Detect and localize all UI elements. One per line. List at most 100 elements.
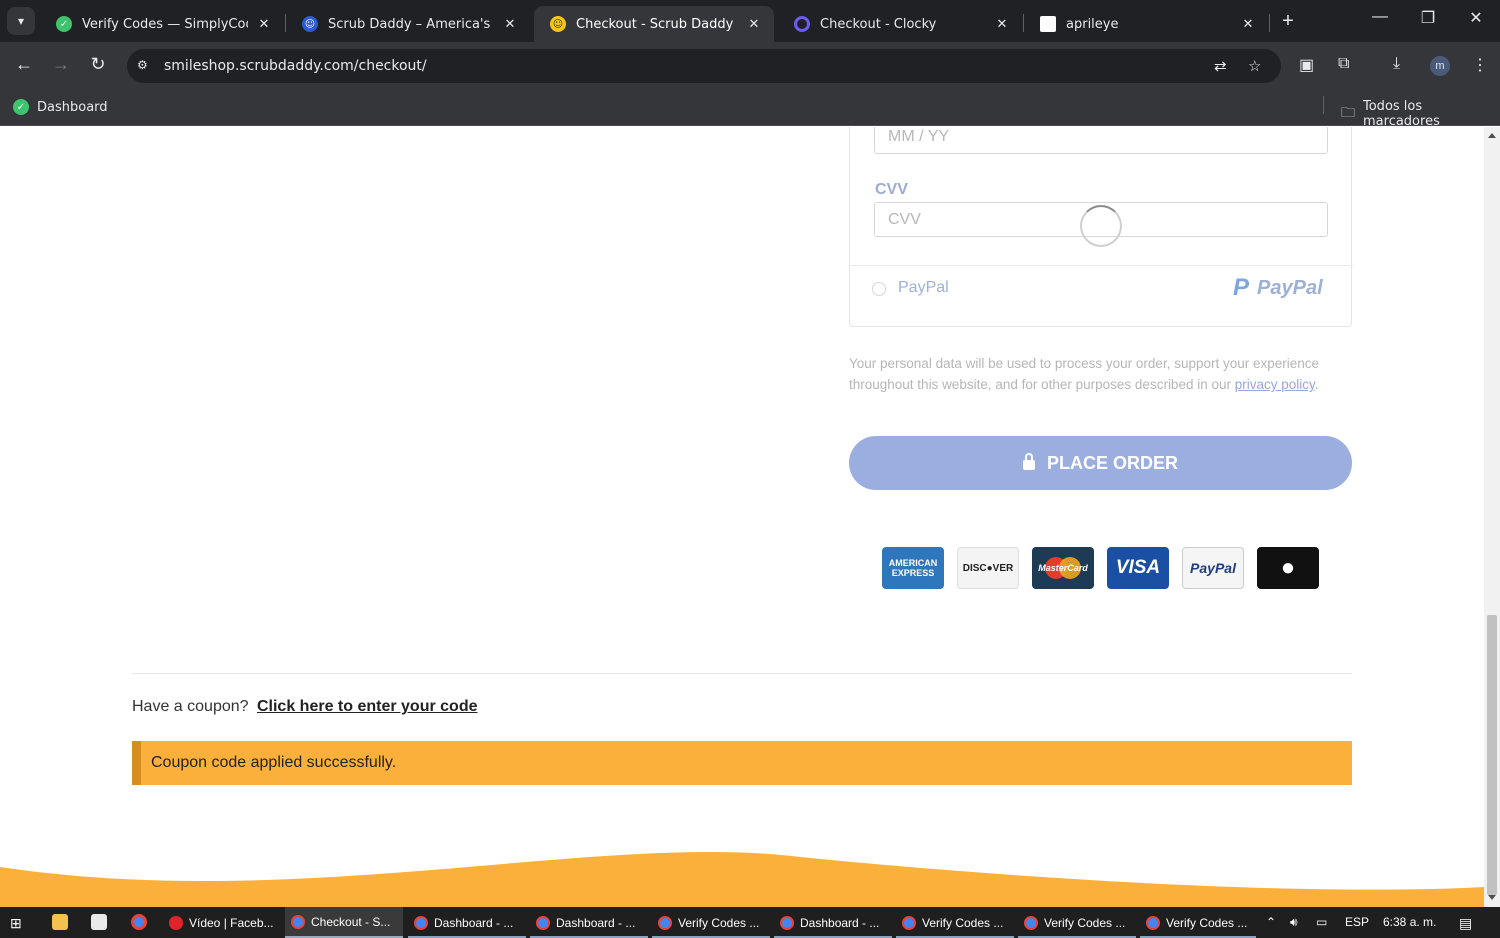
file-explorer-icon[interactable] [52, 914, 68, 930]
tab-label: Verify Codes — SimplyCodes [82, 16, 248, 32]
scroll-up-icon[interactable] [1488, 133, 1496, 138]
paypal-radio[interactable] [872, 282, 886, 296]
visa-text: VISA [1115, 557, 1161, 578]
divider [850, 265, 1353, 266]
close-icon[interactable]: ✕ [256, 17, 272, 32]
place-order-button[interactable]: PLACE ORDER [849, 436, 1352, 490]
clock[interactable]: 6:38 a. m. [1383, 915, 1436, 929]
close-icon[interactable]: ✕ [994, 17, 1010, 32]
url-text[interactable]: smileshop.scrubdaddy.com/checkout/ [164, 58, 427, 74]
windows-taskbar: ⊞ Vídeo | Faceb... Checkout - S... Dashb… [0, 907, 1500, 938]
close-icon[interactable]: ✕ [1240, 17, 1256, 32]
divider [132, 673, 1352, 674]
visa-logo: VISA [1107, 547, 1169, 589]
new-tab-button[interactable]: + [1278, 10, 1298, 33]
taskbar-app-label: Verify Codes ... [1166, 915, 1248, 930]
bookmark-dashboard[interactable]: ✓ Dashboard [13, 99, 108, 115]
site-info-icon[interactable]: ⚙ [137, 58, 151, 72]
chrome-icon [658, 915, 672, 930]
clocky-favicon-icon [794, 16, 810, 32]
amex-line2: EXPRESS [891, 568, 935, 578]
chrome-icon [780, 915, 794, 930]
coupon-success-notice: Coupon code applied successfully. [132, 741, 1352, 785]
expiry-placeholder: MM / YY [888, 128, 950, 145]
restore-icon[interactable]: ❐ [1408, 8, 1448, 28]
privacy-policy-link[interactable]: privacy policy [1235, 377, 1315, 392]
taskbar-app-label: Dashboard - ... [556, 915, 636, 930]
taskbar-app[interactable]: Dashboard - ... [774, 907, 892, 938]
forward-icon[interactable]: → [49, 54, 73, 75]
cvv-label: CVV [875, 181, 908, 198]
all-bookmarks[interactable]: 🗀 Todos los marcadores [1341, 99, 1500, 129]
network-icon[interactable]: ▭ [1316, 915, 1327, 929]
windows-start-icon[interactable]: ⊞ [10, 915, 22, 932]
star-icon[interactable]: ☆ [1248, 57, 1261, 75]
taskbar-app[interactable]: Dashboard - ... [408, 907, 526, 938]
mastercard-text: MasterCard [1038, 563, 1088, 573]
taskbar-app-label: Verify Codes ... [922, 915, 1004, 930]
paypal-card-text: PayPal [1190, 560, 1236, 576]
page-scrollbar[interactable] [1484, 127, 1500, 907]
tab-aprileye[interactable]: aprileye ✕ [1024, 6, 1268, 42]
translate-icon[interactable]: ⇄ [1214, 57, 1227, 75]
tab-strip: ▾ ✓ Verify Codes — SimplyCodes ✕ ☺ Scrub… [0, 0, 1500, 42]
close-icon[interactable]: ✕ [746, 17, 762, 32]
expiry-date-input[interactable]: MM / YY [874, 127, 1328, 154]
tab-label: Scrub Daddy – America's Favori [328, 16, 494, 32]
profile-avatar[interactable]: m [1430, 56, 1450, 76]
reload-icon[interactable]: ↻ [86, 54, 110, 75]
tray-chevron-up-icon[interactable]: ⌃ [1266, 915, 1276, 929]
address-bar[interactable]: ⚙ smileshop.scrubdaddy.com/checkout/ ⇄ ☆ [127, 49, 1281, 83]
menu-icon[interactable]: ⋮ [1472, 55, 1488, 75]
chrome-icon [902, 915, 916, 930]
taskbar-app[interactable]: Vídeo | Faceb... [163, 907, 281, 938]
download-icon[interactable]: ⤓ [1393, 55, 1400, 73]
chrome-icon [1146, 915, 1160, 930]
paypal-logo-text: PayPal [1257, 276, 1323, 299]
taskbar-app[interactable]: Verify Codes ... [1018, 907, 1136, 938]
mastercard-logo: MasterCard [1032, 547, 1094, 589]
opera-icon [169, 915, 183, 930]
scroll-down-icon[interactable] [1488, 895, 1496, 900]
bookmark-label: Dashboard [37, 99, 108, 115]
chrome-icon[interactable] [131, 914, 147, 930]
taskbar-app-active[interactable]: Checkout - S... [285, 907, 403, 938]
volume-icon[interactable]: 🔊︎ [1290, 915, 1298, 930]
minimize-icon[interactable]: — [1360, 8, 1400, 26]
browser-toolbar: ← → ↻ ⚙ smileshop.scrubdaddy.com/checkou… [0, 42, 1500, 90]
coupon-prompt: Have a coupon? Click here to enter your … [132, 698, 478, 716]
back-icon[interactable]: ← [12, 54, 36, 75]
store-icon[interactable] [91, 914, 107, 930]
tab-label: aprileye [1066, 16, 1119, 32]
notifications-icon[interactable]: ▤ [1459, 915, 1472, 932]
taskbar-app-label: Dashboard - ... [800, 915, 880, 930]
chrome-icon [1024, 915, 1038, 930]
tab-checkout-scrub-daddy[interactable]: ☺ Checkout - Scrub Daddy Smile ✕ [534, 6, 774, 42]
tab-verify-codes[interactable]: ✓ Verify Codes — SimplyCodes ✕ [40, 6, 284, 42]
discover-text: DISC●VER [962, 562, 1014, 574]
enter-coupon-link[interactable]: Click here to enter your code [257, 698, 478, 715]
scroll-thumb[interactable] [1487, 615, 1497, 895]
taskbar-app-label: Verify Codes ... [678, 915, 760, 930]
tab-checkout-clocky[interactable]: Checkout - Clocky ✕ [778, 6, 1022, 42]
taskbar-app-label: Vídeo | Faceb... [189, 915, 274, 930]
chrome-icon [291, 914, 305, 929]
tab-scrub-daddy[interactable]: ☺ Scrub Daddy – America's Favori ✕ [286, 6, 530, 42]
chrome-icon [536, 915, 550, 930]
paypal-card-logo: PayPal [1182, 547, 1244, 589]
language-indicator[interactable]: ESP [1345, 915, 1369, 929]
taskbar-app[interactable]: Dashboard - ... [530, 907, 648, 938]
tab-search-button[interactable]: ▾ [7, 7, 35, 35]
taskbar-app[interactable]: Verify Codes ... [896, 907, 1014, 938]
amex-logo: AMERICAN EXPRESS [882, 547, 944, 589]
paypal-option-label[interactable]: PayPal [898, 279, 949, 297]
privacy-end: . [1314, 377, 1319, 392]
close-icon[interactable]: ✕ [502, 17, 518, 32]
taskbar-app[interactable]: Verify Codes ... [652, 907, 770, 938]
extension-icon[interactable]: ▣ [1299, 55, 1314, 75]
puzzle-icon[interactable]: ⧉ [1338, 55, 1349, 73]
close-window-icon[interactable]: ✕ [1456, 8, 1496, 28]
taskbar-app[interactable]: Verify Codes ... [1140, 907, 1256, 938]
place-order-label: PLACE ORDER [1046, 452, 1178, 473]
privacy-notice: Your personal data will be used to proce… [849, 353, 1349, 395]
